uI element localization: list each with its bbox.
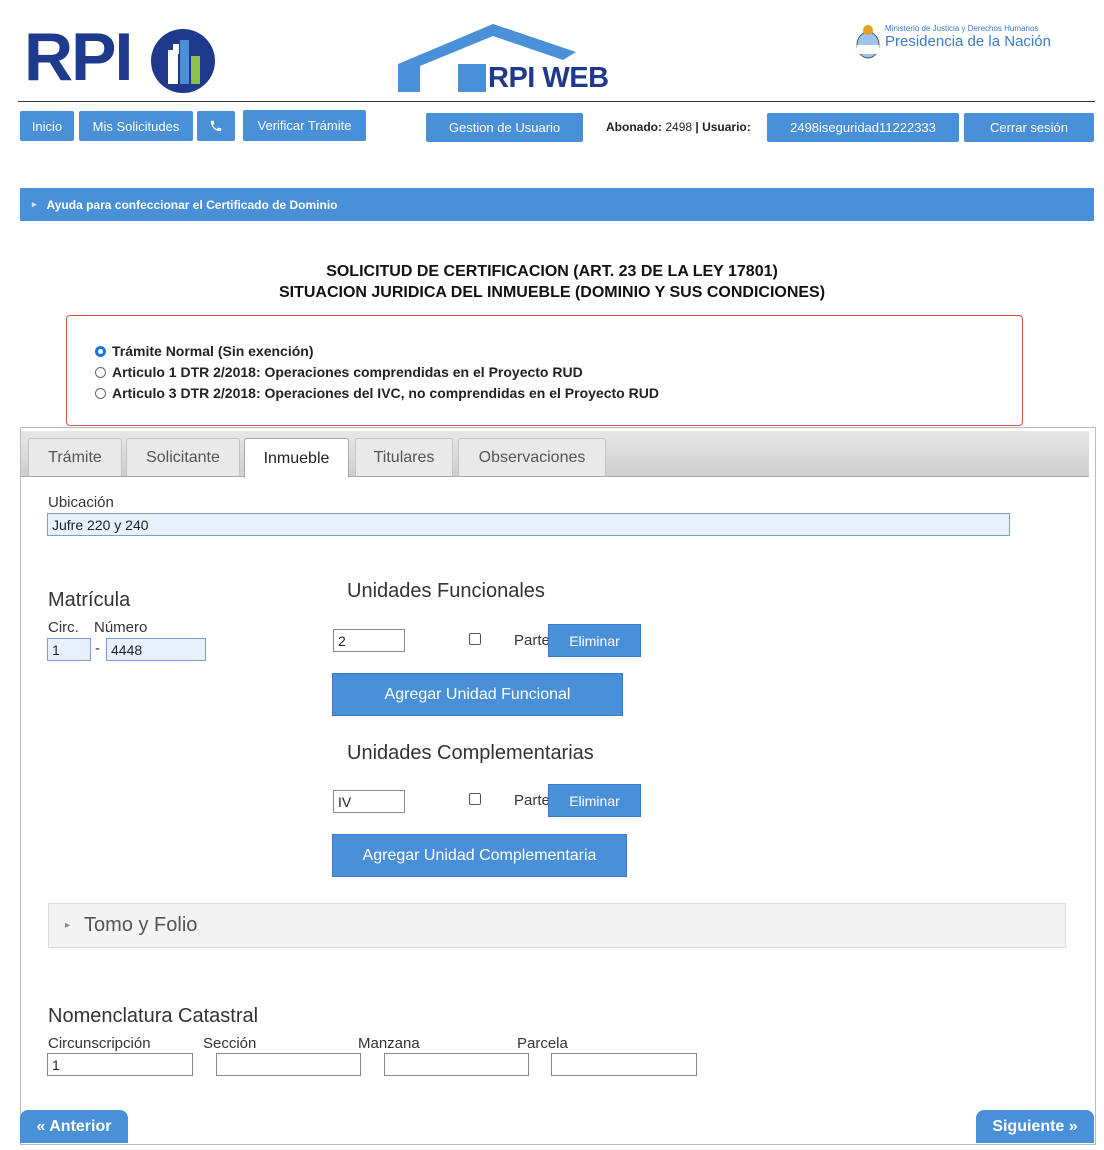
nomenclatura-title: Nomenclatura Catastral xyxy=(48,1005,259,1027)
ministry-big-text: Presidencia de la Nación xyxy=(885,33,1051,50)
radio-icon[interactable] xyxy=(95,387,106,399)
uc-eliminar-button[interactable]: Eliminar xyxy=(548,784,641,817)
radio-icon[interactable] xyxy=(95,366,106,378)
help-accordion-header[interactable]: ▸ Ayuda para confeccionar el Certificado… xyxy=(20,188,1094,221)
circ-label: Circ. xyxy=(48,619,79,636)
uc-parte-checkbox[interactable] xyxy=(469,793,481,805)
abonado-info: Abonado: 2498 | Usuario: xyxy=(606,120,751,134)
phone-button[interactable] xyxy=(197,111,235,141)
numero-label: Número xyxy=(94,619,148,636)
siguiente-button[interactable]: Siguiente » xyxy=(976,1110,1094,1143)
rpi-web-text: RPI WEB xyxy=(488,62,609,94)
uc-title: Unidades Complementarias xyxy=(347,742,594,764)
uf-title: Unidades Funcionales xyxy=(347,580,545,602)
manzana-input[interactable] xyxy=(384,1053,529,1076)
circunscripcion-label: Circunscripción xyxy=(48,1035,151,1052)
uc-input[interactable]: IV xyxy=(333,790,405,813)
matricula-separator: - xyxy=(95,640,100,657)
rpi-logo-icon xyxy=(151,29,215,93)
header-divider xyxy=(18,101,1095,102)
uf-input[interactable]: 2 xyxy=(333,629,405,652)
manzana-label: Manzana xyxy=(358,1035,420,1052)
uf-parte-checkbox[interactable] xyxy=(469,633,481,645)
seccion-input[interactable] xyxy=(216,1053,361,1076)
tomo-folio-accordion[interactable]: ▸ Tomo y Folio xyxy=(48,903,1066,948)
page-title-line1: SOLICITUD DE CERTIFICACION (ART. 23 DE L… xyxy=(326,263,778,280)
abonado-value: 2498 xyxy=(665,120,693,134)
agregar-uf-button[interactable]: Agregar Unidad Funcional xyxy=(332,673,623,716)
radio-icon-checked[interactable] xyxy=(95,345,106,357)
anterior-button[interactable]: « Anterior xyxy=(20,1110,128,1143)
tab-inmueble[interactable]: Inmueble xyxy=(244,438,349,478)
uc-parte-label: Parte xyxy=(514,792,548,809)
numero-input[interactable]: 4448 xyxy=(106,638,206,661)
phone-icon xyxy=(210,120,222,132)
seccion-label: Sección xyxy=(203,1035,257,1052)
tab-solicitante[interactable]: Solicitante xyxy=(126,438,240,476)
tomo-folio-label: Tomo y Folio xyxy=(84,914,198,936)
matricula-title: Matrícula xyxy=(48,589,131,611)
tab-tramite[interactable]: Trámite xyxy=(28,438,122,476)
uf-parte-label: Parte xyxy=(514,632,548,649)
circ-input[interactable]: 1 xyxy=(47,638,91,661)
circunscripcion-input[interactable]: 1 xyxy=(47,1053,193,1076)
agregar-uc-button[interactable]: Agregar Unidad Complementaria xyxy=(332,834,627,877)
gestion-usuario-button[interactable]: Gestion de Usuario xyxy=(426,113,583,142)
help-bar-label: Ayuda para confeccionar el Certificado d… xyxy=(46,197,338,212)
escudo-icon xyxy=(856,25,880,59)
radio-option-articulo3[interactable]: Articulo 3 DTR 2/2018: Operaciones del I… xyxy=(95,385,659,401)
parcela-label: Parcela xyxy=(517,1035,568,1052)
usuario-button[interactable]: 2498iseguridad11222333 xyxy=(767,113,959,142)
caret-right-icon: ▸ xyxy=(32,199,37,209)
parcela-input[interactable] xyxy=(551,1053,697,1076)
inicio-button[interactable]: Inicio xyxy=(20,111,74,141)
radio-option-normal[interactable]: Trámite Normal (Sin exención) xyxy=(95,343,314,359)
uf-eliminar-button[interactable]: Eliminar xyxy=(548,624,641,657)
caret-right-icon: ▸ xyxy=(65,920,71,931)
tab-titulares[interactable]: Titulares xyxy=(355,438,453,476)
cerrar-sesion-button[interactable]: Cerrar sesión xyxy=(964,113,1094,142)
page-title-line2: SITUACION JURIDICA DEL INMUEBLE (DOMINIO… xyxy=(278,284,826,301)
tab-observaciones[interactable]: Observaciones xyxy=(458,438,606,476)
ministry-block: Ministerio de Justicia y Derechos Humano… xyxy=(855,24,1075,59)
rpi-logo-text: RPI xyxy=(24,19,133,95)
verificar-tramite-button[interactable]: Verificar Trámite xyxy=(243,110,366,141)
ubicacion-label: Ubicación xyxy=(48,494,114,511)
ubicacion-input[interactable]: Jufre 220 y 240 xyxy=(47,513,1010,536)
radio-option-articulo1[interactable]: Articulo 1 DTR 2/2018: Operaciones compr… xyxy=(95,364,583,380)
mis-solicitudes-button[interactable]: Mis Solicitudes xyxy=(79,111,193,141)
exemption-options-box: Trámite Normal (Sin exención) Articulo 1… xyxy=(66,315,1023,426)
